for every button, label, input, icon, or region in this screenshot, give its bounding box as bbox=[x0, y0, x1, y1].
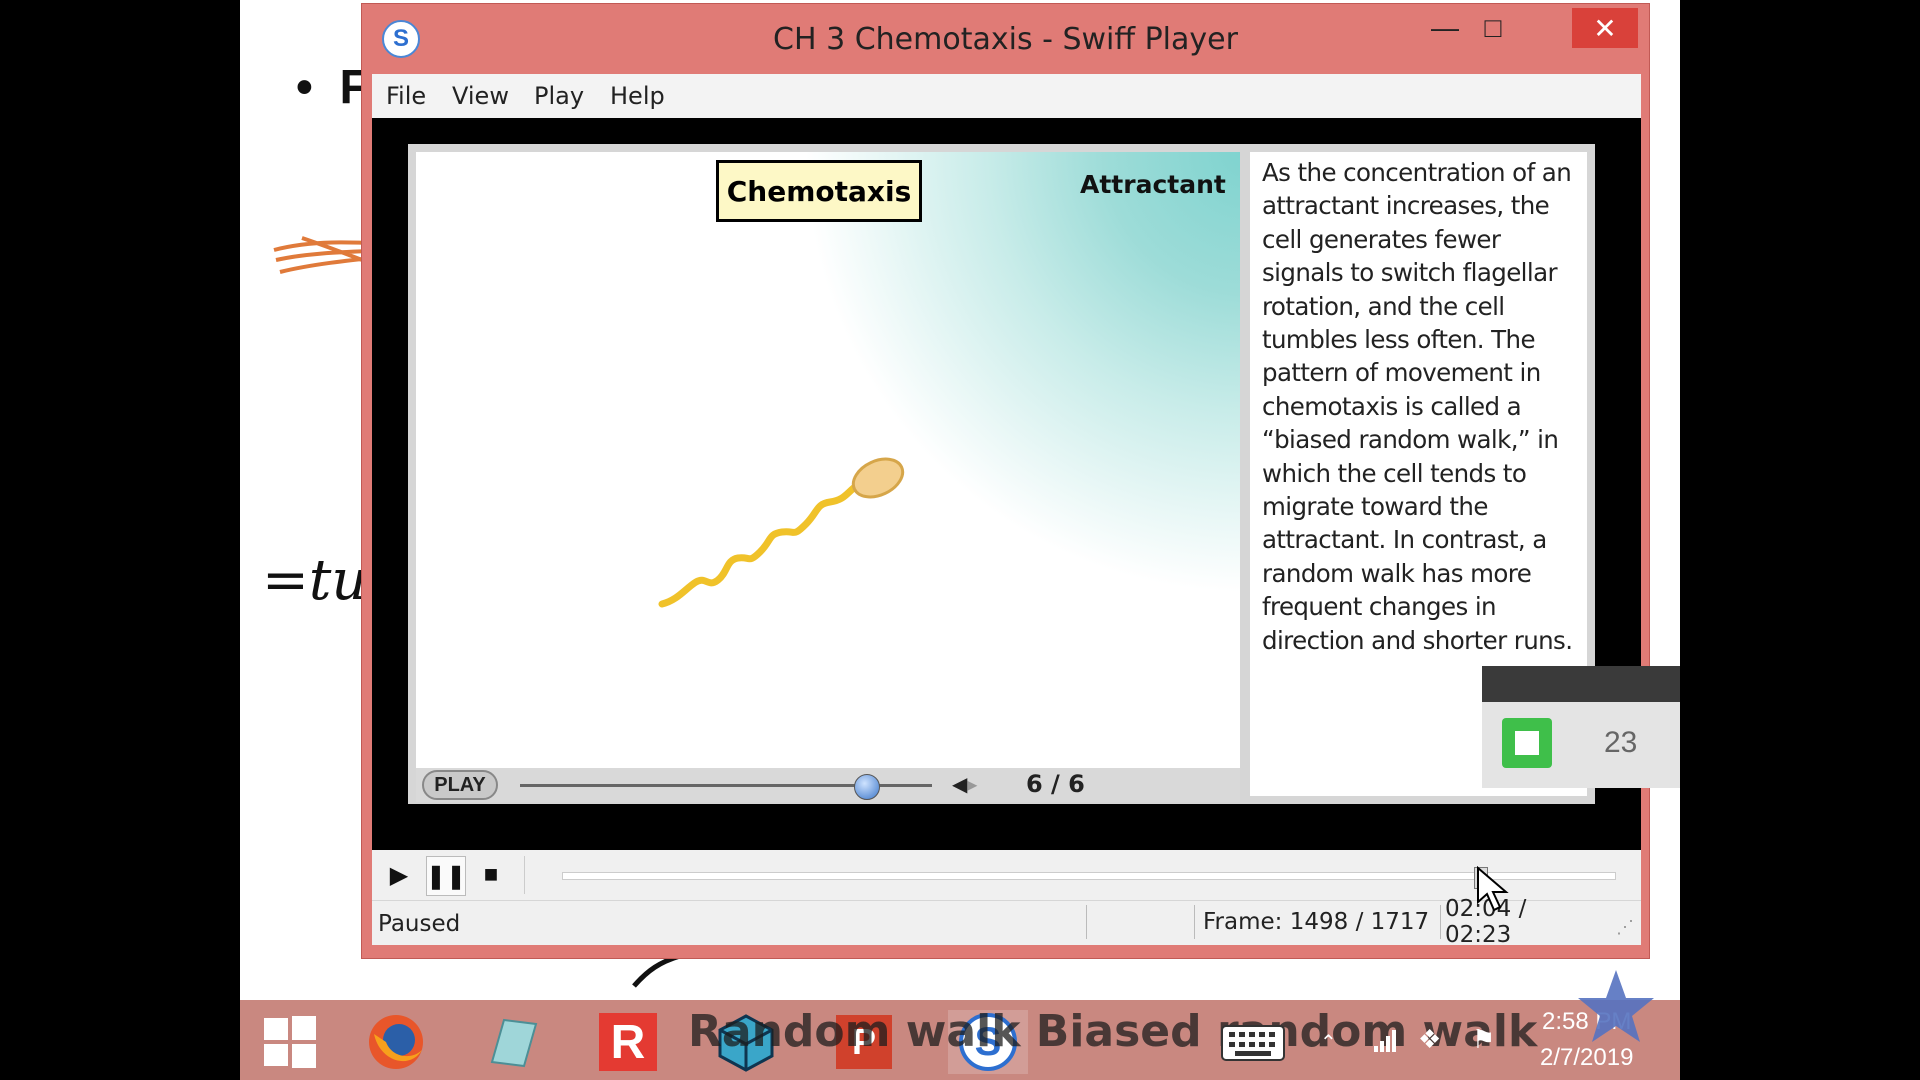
status-panel-empty bbox=[1086, 905, 1194, 939]
tray-expand-icon[interactable]: ⌃ bbox=[1320, 1030, 1337, 1055]
close-button[interactable]: ✕ bbox=[1572, 8, 1638, 48]
animation-stage: Chemotaxis Attractant bbox=[416, 152, 1240, 768]
taskbar: R P S Random walk Biased random walk ⌃ ❖… bbox=[240, 970, 1680, 1080]
chemotaxis-animation: Chemotaxis Attractant As the concentrati… bbox=[408, 144, 1595, 804]
status-bar: Paused Frame: 1498 / 1717 02:04 / 02:23 … bbox=[372, 896, 1641, 948]
dropbox-icon[interactable]: ❖ bbox=[1418, 1024, 1441, 1055]
stop-icon[interactable]: ■ bbox=[472, 856, 510, 894]
r-letter: R bbox=[599, 1013, 657, 1071]
flagellum bbox=[658, 482, 860, 608]
recorder-widget: 23 bbox=[1482, 666, 1680, 788]
time-counter: 02:04 / 02:23 bbox=[1440, 896, 1598, 948]
recorder-widget-header[interactable] bbox=[1482, 666, 1680, 702]
menu-help[interactable]: Help bbox=[610, 82, 665, 110]
animation-title-box: Chemotaxis bbox=[716, 160, 922, 222]
menu-bar: File View Play Help bbox=[372, 74, 1641, 118]
animation-play-button[interactable]: PLAY bbox=[422, 770, 498, 800]
recorder-counter: 23 bbox=[1604, 726, 1638, 759]
bacterium-illustration bbox=[658, 457, 905, 608]
keyboard-icon[interactable] bbox=[1218, 1010, 1288, 1074]
speaker-icon[interactable]: ◀︎▸ bbox=[952, 772, 977, 797]
slide-overlay-text: Random walk Biased random walk bbox=[688, 1006, 1538, 1057]
animation-controls: PLAY ◀︎▸ 6 / 6 bbox=[416, 768, 1240, 802]
player-transport: ▶ ❚❚ ■ bbox=[372, 850, 1641, 900]
stop-recording-icon[interactable] bbox=[1502, 718, 1552, 768]
transport-divider bbox=[524, 856, 525, 894]
cell-body bbox=[851, 457, 905, 499]
attractant-label: Attractant bbox=[1080, 170, 1226, 199]
animation-scrubber-knob[interactable] bbox=[854, 774, 881, 800]
playback-status: Paused bbox=[378, 911, 461, 937]
star-logo-icon bbox=[1578, 970, 1654, 1042]
menu-play[interactable]: Play bbox=[534, 82, 584, 110]
network-signal-icon[interactable] bbox=[1372, 1026, 1400, 1059]
swiff-player-window: S CH 3 Chemotaxis - Swiff Player — □ ✕ F… bbox=[362, 4, 1649, 958]
windows-start-icon[interactable] bbox=[258, 1010, 322, 1074]
resize-grip-icon[interactable]: ⋰ bbox=[1616, 917, 1634, 938]
firefox-icon[interactable] bbox=[364, 1010, 428, 1074]
title-bar[interactable]: S CH 3 Chemotaxis - Swiff Player — □ ✕ bbox=[362, 4, 1649, 76]
minimize-button[interactable]: — bbox=[1422, 8, 1468, 48]
play-icon[interactable]: ▶ bbox=[380, 856, 418, 894]
r-app-icon[interactable]: R bbox=[596, 1010, 660, 1074]
page-indicator: 6 / 6 bbox=[1026, 770, 1085, 798]
pause-icon[interactable]: ❚❚ bbox=[426, 856, 466, 896]
seek-bar[interactable] bbox=[562, 867, 1616, 889]
maximize-button[interactable]: □ bbox=[1470, 8, 1516, 48]
action-center-flag-icon[interactable]: ⚑ bbox=[1472, 1024, 1495, 1055]
notebook-app-icon[interactable] bbox=[480, 1010, 544, 1074]
bullet-dot: • bbox=[296, 61, 340, 114]
stop-square bbox=[1515, 731, 1539, 755]
menu-file[interactable]: File bbox=[386, 82, 426, 110]
handwritten-text: =tu bbox=[262, 548, 368, 613]
frame-counter: Frame: 1498 / 1717 bbox=[1194, 905, 1440, 939]
mouse-cursor-icon bbox=[1477, 866, 1509, 912]
slide-bullet-text: • F bbox=[296, 60, 369, 115]
movie-viewport: Chemotaxis Attractant As the concentrati… bbox=[372, 118, 1641, 850]
description-text: As the concentration of an attractant in… bbox=[1262, 158, 1573, 655]
clock-date[interactable]: 2/7/2019 bbox=[1540, 1044, 1633, 1072]
menu-view[interactable]: View bbox=[452, 82, 509, 110]
